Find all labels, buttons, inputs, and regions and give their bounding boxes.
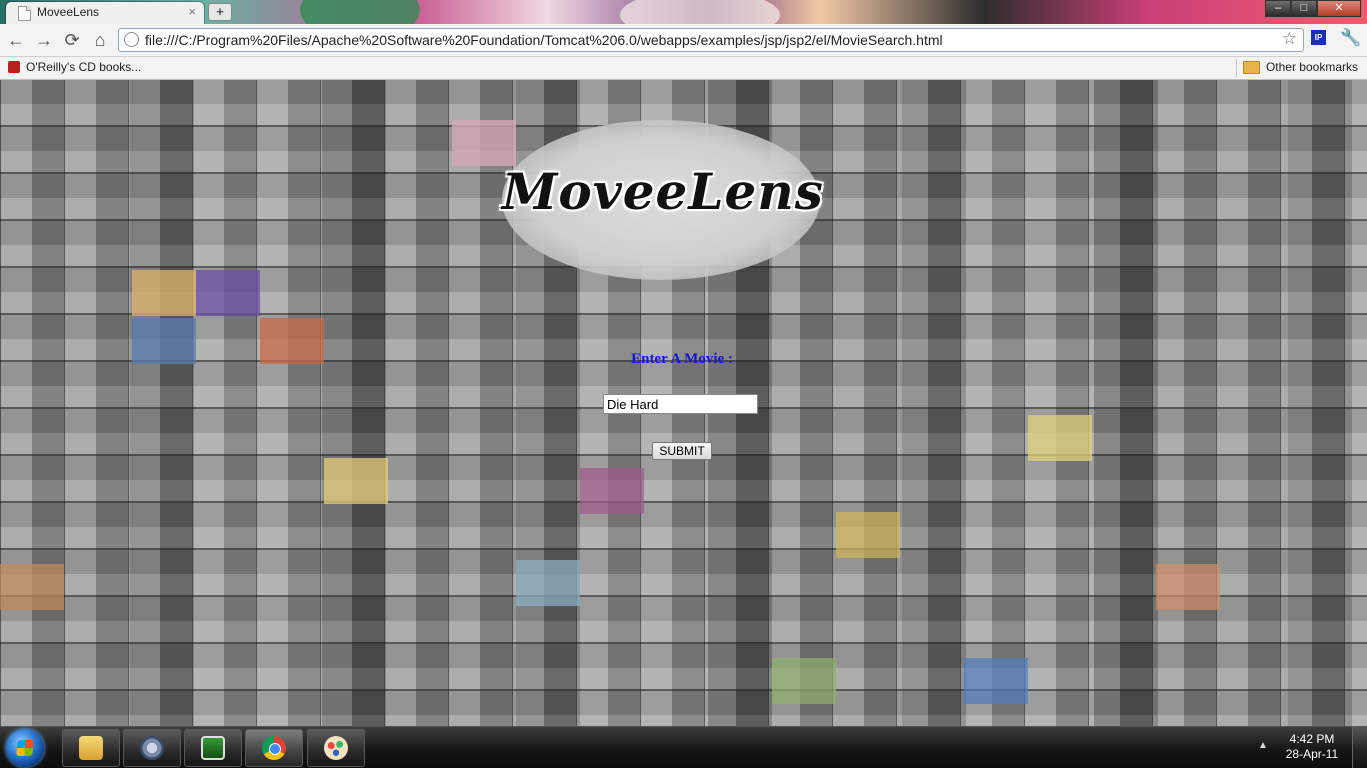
collage-tile: [196, 270, 260, 316]
logo-oval: MoveeLens: [502, 120, 824, 280]
collage-tile: [324, 458, 388, 504]
oreilly-icon: [8, 61, 20, 73]
clock-date: 28-Apr-11: [1285, 747, 1339, 761]
collage-tile: [772, 658, 836, 704]
page-icon: [18, 6, 31, 21]
taskbar-app-task-manager[interactable]: [184, 729, 242, 767]
windows-logo-icon: [16, 740, 34, 756]
wallpaper-decor: [300, 0, 420, 24]
collage-tile: [132, 318, 196, 364]
tab-close-icon[interactable]: ×: [188, 4, 196, 19]
site-logo: MoveeLens: [502, 162, 824, 221]
system-clock[interactable]: 4:42 PM 28-Apr-11: [1276, 732, 1348, 762]
maximize-button[interactable]: □: [1291, 0, 1317, 17]
collage-tile: [260, 318, 324, 364]
browser-toolbar: ← → ⟳ ⌂ file:///C:/Program%20Files/Apach…: [0, 24, 1367, 57]
show-hidden-icons-icon[interactable]: ▲: [1258, 740, 1268, 751]
collage-tile: [1156, 564, 1220, 610]
collage-tile: [0, 564, 64, 610]
collage-tile: [1028, 415, 1092, 461]
ip-extension-icon[interactable]: IP: [1311, 30, 1326, 45]
taskbar-app-control-panel[interactable]: [123, 729, 181, 767]
tab-movielens[interactable]: MoveeLens ×: [6, 2, 204, 24]
wrench-menu-icon[interactable]: 🔧: [1340, 28, 1361, 48]
collage-tile: [836, 512, 900, 558]
taskbar-app-paint[interactable]: [307, 729, 365, 767]
enter-movie-label: Enter A Movie :: [631, 351, 733, 367]
collage-tile: [964, 658, 1028, 704]
folder-icon: [1242, 60, 1260, 74]
url-text[interactable]: file:///C:/Program%20Files/Apache%20Soft…: [145, 32, 943, 48]
chrome-icon: [262, 736, 286, 760]
show-desktop-button[interactable]: [1352, 727, 1367, 768]
page-content: MoveeLens Enter A Movie : SUBMIT: [0, 80, 1367, 726]
back-icon[interactable]: ←: [6, 30, 26, 50]
collage-tile: [516, 560, 580, 606]
collage-tile: [452, 120, 516, 166]
divider: [1236, 59, 1237, 77]
tab-title: MoveeLens: [37, 5, 100, 19]
task-manager-icon: [201, 736, 225, 760]
windows-taskbar: ▲ 4:42 PM 28-Apr-11: [0, 726, 1367, 768]
bookmark-label: O'Reilly's CD books...: [26, 60, 142, 74]
bookmark-star-icon[interactable]: ☆: [1282, 29, 1297, 49]
other-bookmarks[interactable]: Other bookmarks: [1242, 60, 1358, 74]
window-title-bar: MoveeLens × + – □ ✕: [0, 0, 1367, 24]
taskbar-app-explorer[interactable]: [62, 729, 120, 767]
globe-icon: [124, 32, 139, 47]
paint-palette-icon: [324, 736, 348, 760]
movie-search-input[interactable]: [603, 394, 758, 414]
submit-button[interactable]: SUBMIT: [652, 442, 712, 460]
new-tab-button[interactable]: +: [208, 3, 232, 21]
gear-icon: [140, 736, 164, 760]
window-controls: – □ ✕: [1265, 0, 1361, 17]
close-window-button[interactable]: ✕: [1317, 0, 1361, 17]
clock-time: 4:42 PM: [1289, 732, 1335, 746]
bookmarks-bar: O'Reilly's CD books... Other bookmarks: [0, 57, 1367, 80]
minimize-button[interactable]: –: [1265, 0, 1291, 17]
address-bar[interactable]: file:///C:/Program%20Files/Apache%20Soft…: [118, 28, 1304, 52]
collage-tile: [580, 468, 644, 514]
other-bookmarks-label: Other bookmarks: [1265, 60, 1358, 74]
start-button[interactable]: [6, 729, 44, 767]
home-icon[interactable]: ⌂: [90, 30, 110, 50]
bookmark-oreilly[interactable]: O'Reilly's CD books...: [8, 60, 141, 74]
reload-icon[interactable]: ⟳: [62, 30, 82, 50]
folder-icon: [79, 736, 103, 760]
taskbar-app-chrome[interactable]: [245, 729, 303, 767]
forward-icon[interactable]: →: [34, 30, 54, 50]
wallpaper-decor: [620, 0, 780, 24]
collage-tile: [132, 270, 196, 316]
